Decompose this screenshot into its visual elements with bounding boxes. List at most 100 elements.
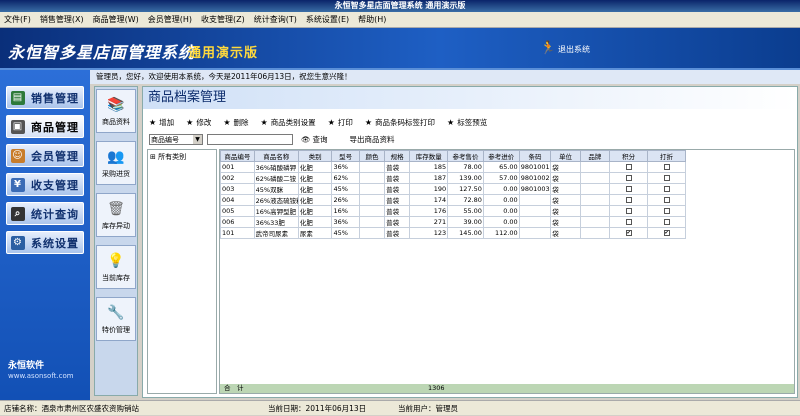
nav-finance[interactable]: ¥ 收支管理 (6, 173, 84, 196)
checkbox[interactable] (663, 208, 670, 214)
table-row[interactable]: 101 武帝司尿素 尿素 45% 普袋 123 145.00 112.00 袋 ✔ ✔ (220, 227, 686, 239)
column-header[interactable]: 颜色 (358, 150, 386, 162)
table-row[interactable]: 003 45%双脒 化肥 45% 普袋 190 127.50 0.00 9801003 袋 (220, 183, 686, 195)
checkbox[interactable] (625, 186, 632, 192)
table-row[interactable]: 006 36%33肥 化肥 36% 普袋 271 39.00 0.00 袋 (220, 216, 686, 228)
column-header[interactable]: 品牌 (579, 150, 611, 162)
table-cell: 化肥 (297, 161, 333, 173)
table-cell: 001 (220, 161, 255, 173)
table-cell: 139.00 (447, 172, 484, 184)
table-cell: ✔ (609, 227, 648, 239)
column-header[interactable]: 参考售价 (447, 150, 484, 162)
nav-goods[interactable]: ▣ 商品管理 (6, 115, 84, 138)
checkbox[interactable]: ✔ (625, 230, 632, 236)
tree-expand-icon[interactable]: ⊞ (150, 153, 156, 161)
menu-goods[interactable]: 商品管理(W) (93, 14, 139, 25)
column-header[interactable]: 规格 (384, 150, 411, 162)
greeting-bar: 管理员，您好，欢迎使用本系统，今天是2011年06月13日，祝您生意兴隆！ (90, 70, 800, 84)
table-cell (518, 194, 552, 206)
logout-button[interactable]: 🏃 退出系统 (540, 42, 590, 56)
table-cell: ✔ (647, 227, 686, 239)
menu-settings[interactable]: 系统设置(E) (306, 14, 349, 25)
column-header[interactable]: 条码 (518, 150, 552, 162)
table-cell: 45% (331, 183, 360, 195)
edition-label: 通用演示版 (188, 46, 259, 61)
table-cell: 185 (409, 161, 449, 173)
menu-sales[interactable]: 销售管理(X) (40, 14, 84, 25)
tree-root[interactable]: 所有类别 (158, 153, 186, 161)
edit-label: 修改 (196, 117, 212, 127)
cash-register-icon: ▤ (11, 90, 25, 105)
add-button[interactable]: ★ 增加 (149, 115, 174, 129)
lightbulb-icon: 💡 (107, 252, 125, 269)
table-cell: 袋 (550, 183, 581, 195)
status-user: 当前用户：管理员 (398, 404, 458, 413)
column-header[interactable]: 商品编号 (220, 150, 255, 162)
column-header[interactable]: 商品名称 (253, 150, 299, 162)
tools-icon: 🔧 (107, 304, 125, 321)
checkbox[interactable] (625, 208, 632, 214)
nav-sales[interactable]: ▤ 销售管理 (6, 86, 84, 109)
money-icon: ¥ (11, 177, 25, 192)
nav-stats[interactable]: ⌕ 统计查询 (6, 202, 84, 225)
star-icon: ★ (447, 117, 455, 127)
checkbox[interactable] (663, 175, 670, 181)
running-man-icon: 🏃 (540, 41, 557, 56)
column-header[interactable]: 积分 (609, 150, 648, 162)
checkbox[interactable] (663, 197, 670, 203)
checkbox[interactable] (663, 164, 670, 170)
category-settings-button[interactable]: ★ 商品类别设置 (261, 115, 316, 129)
column-header[interactable]: 型号 (331, 150, 360, 162)
nav-settings[interactable]: ⚙ 系统设置 (6, 231, 84, 254)
column-header[interactable]: 库存数量 (409, 150, 449, 162)
nav-member-label: 会员管理 (31, 149, 79, 163)
delete-button[interactable]: ★ 删除 (223, 115, 248, 129)
menu-file[interactable]: 文件(F) (4, 14, 31, 25)
table-cell: 袋 (550, 161, 581, 173)
query-label: 查询 (312, 135, 328, 144)
checkbox[interactable] (625, 219, 632, 225)
checkbox[interactable] (663, 186, 670, 192)
checkbox[interactable] (625, 164, 632, 170)
sub-current-stock[interactable]: 💡 当前库存 (96, 245, 136, 289)
search-input[interactable] (207, 134, 293, 145)
table-row[interactable]: 005 16%高钾型肥 化肥 16% 普袋 176 55.00 0.00 袋 (220, 205, 686, 217)
table-cell (579, 161, 611, 173)
search-field-select[interactable]: 商品编号 ▼ (149, 134, 203, 145)
checkbox[interactable] (663, 219, 670, 225)
company-name: 永恒软件 (8, 361, 45, 371)
table-row[interactable]: 002 62%磷酸二铵 化肥 62% 普袋 187 139.00 57.00 9801002 袋 (220, 172, 686, 184)
edit-button[interactable]: ★ 修改 (186, 115, 211, 129)
table-row[interactable]: 001 36%硝酸磷钾 化肥 36% 普袋 185 78.00 65.00 9801001 袋 (220, 161, 686, 173)
table-cell: 190 (409, 183, 449, 195)
sub-stock-change[interactable]: 🗑 库存异动 (96, 193, 136, 237)
column-header[interactable]: 参考进价 (482, 150, 520, 162)
menu-member[interactable]: 会员管理(H) (148, 14, 192, 25)
table-cell: 16% (331, 205, 360, 217)
query-button[interactable]: 👁 查询 (301, 134, 328, 145)
menu-finance[interactable]: 收支管理(Z) (201, 14, 245, 25)
table-row[interactable]: 004 26%液态硫铵粉 化肥 26% 普袋 174 72.80 0.00 袋 (220, 194, 686, 206)
nav-member[interactable]: ☺ 会员管理 (6, 144, 84, 167)
sub-purchase[interactable]: 👥 采购进货 (96, 141, 136, 185)
checkbox[interactable] (625, 175, 632, 181)
export-button[interactable]: 导出商品资料 (350, 134, 395, 145)
table-cell (609, 216, 648, 228)
menu-help[interactable]: 帮助(H) (358, 14, 386, 25)
column-header[interactable]: 单位 (550, 150, 581, 162)
table-cell (358, 161, 386, 173)
sub-special-price-label: 特价管理 (102, 325, 130, 334)
table-header: 商品编号 商品名称 类别 型号 颜色 规格 库存数量 参考售价 参考进价 条码 单位 品牌 积分 打折 (220, 150, 686, 162)
column-header[interactable]: 打折 (647, 150, 686, 162)
column-header[interactable]: 类别 (297, 150, 333, 162)
sub-special-price[interactable]: 🔧 特价管理 (96, 297, 136, 341)
label-preview-button[interactable]: ★ 标签预览 (447, 115, 487, 129)
barcode-print-button[interactable]: ★ 商品条码标签打印 (365, 115, 435, 129)
checkbox[interactable] (625, 197, 632, 203)
table-cell: 0.00 (482, 183, 520, 195)
sub-goods-info[interactable]: 📚 商品资料 (96, 89, 136, 133)
menu-stats[interactable]: 统计查询(T) (254, 14, 297, 25)
books-icon: 📚 (107, 96, 125, 113)
checkbox[interactable]: ✔ (663, 230, 670, 236)
print-button[interactable]: ★ 打印 (328, 115, 353, 129)
